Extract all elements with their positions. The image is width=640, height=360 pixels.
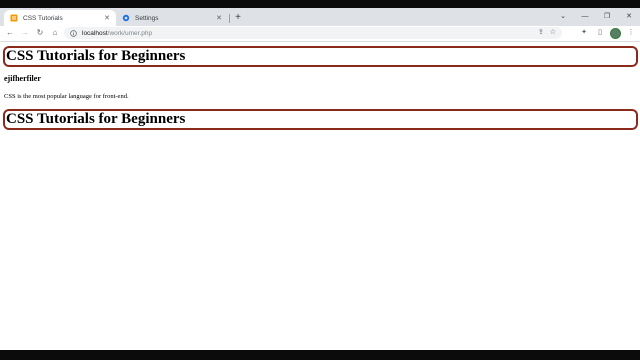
new-tab-button[interactable]: + — [232, 12, 244, 24]
tab-css-tutorials[interactable]: CSS Tutorials ✕ — [4, 10, 116, 26]
url-host: localhost — [82, 29, 108, 37]
browser-chrome: CSS Tutorials ✕ Settings ✕ + ⌄ — ❐ ✕ ← →… — [0, 8, 640, 42]
tab-settings[interactable]: Settings ✕ — [116, 10, 228, 26]
window-close-icon[interactable]: ✕ — [618, 8, 640, 24]
tab-title: Settings — [135, 14, 159, 22]
sub-heading: ejifherfiler — [4, 74, 41, 83]
tab-divider — [229, 14, 230, 23]
url-path: /work/umer.php — [107, 29, 153, 37]
close-icon[interactable]: ✕ — [102, 14, 112, 22]
side-panel-icon[interactable]: ▯ — [594, 27, 606, 39]
video-letterbox-top — [0, 0, 640, 8]
profile-avatar[interactable] — [610, 27, 621, 39]
forward-icon[interactable]: → — [19, 27, 31, 39]
tab-title: CSS Tutorials — [23, 14, 63, 22]
video-letterbox-bottom — [0, 350, 640, 360]
back-icon[interactable]: ← — [4, 27, 16, 39]
info-icon — [70, 29, 77, 37]
restore-icon[interactable]: ❐ — [596, 8, 618, 24]
page-heading: CSS Tutorials for Beginners — [3, 46, 638, 67]
menu-icon[interactable]: ⋮ — [625, 27, 637, 39]
extensions-icon[interactable]: ✦ — [578, 27, 590, 39]
browser-toolbar: ← → ↻ ⌂ localhost/work/umer.php ⇪ ☆ ✦ ▯ … — [0, 26, 640, 42]
html-file-icon — [10, 14, 18, 22]
share-icon[interactable]: ⇪ — [538, 28, 544, 38]
address-bar[interactable]: localhost/work/umer.php ⇪ ☆ — [64, 27, 562, 39]
gear-icon — [122, 14, 130, 22]
minimize-icon[interactable]: — — [574, 8, 596, 24]
tab-search-icon[interactable]: ⌄ — [552, 8, 574, 24]
page-content: CSS Tutorials for Beginners ejifherfiler… — [0, 42, 640, 350]
close-icon[interactable]: ✕ — [214, 14, 224, 22]
bookmark-star-icon[interactable]: ☆ — [550, 28, 556, 38]
toolbar-actions: ✦ ▯ ⋮ — [578, 27, 637, 39]
paragraph: CSS is the most popular language for fro… — [4, 93, 129, 100]
omnibox-actions: ⇪ ☆ — [538, 28, 556, 38]
reload-icon[interactable]: ↻ — [34, 27, 46, 39]
tab-strip: CSS Tutorials ✕ Settings ✕ + ⌄ — ❐ ✕ — [0, 8, 640, 26]
page-heading-repeat: CSS Tutorials for Beginners — [3, 109, 638, 130]
window-controls: ⌄ — ❐ ✕ — [552, 8, 640, 24]
home-icon[interactable]: ⌂ — [49, 27, 61, 39]
